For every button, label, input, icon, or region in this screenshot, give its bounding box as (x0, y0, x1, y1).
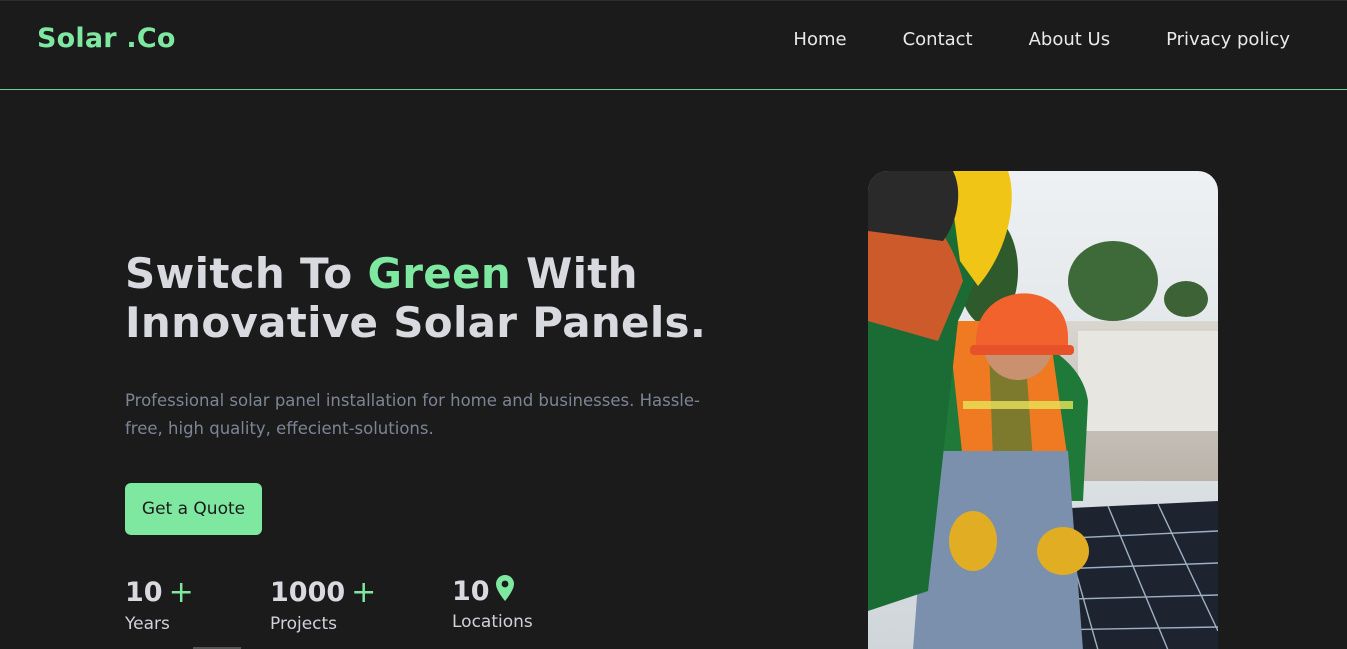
stat-label: Years (125, 614, 170, 634)
nav-link-contact[interactable]: Contact (903, 29, 973, 50)
stat-label: Projects (270, 614, 338, 634)
stat-locations: 10 Locations (452, 575, 533, 632)
nav-links: Home Contact About Us Privacy policy (793, 29, 1290, 50)
stat-label: Locations (452, 612, 533, 632)
plus-icon: + (351, 575, 377, 610)
hero-title-part1: Switch To (125, 249, 368, 298)
location-pin-icon (495, 575, 514, 608)
top-navbar: Solar .Co Home Contact About Us Privacy … (0, 1, 1347, 90)
stat-projects: 1000 + Projects (270, 575, 376, 634)
hero-title-accent: Green (367, 249, 512, 298)
nav-link-about-us[interactable]: About Us (1029, 29, 1111, 50)
hero-title: Switch To Green With Innovative Solar Pa… (125, 249, 706, 347)
stat-value: 1000 (270, 577, 346, 608)
stat-value: 10 (125, 577, 163, 608)
hero-subtitle: Professional solar panel installation fo… (125, 391, 700, 438)
stat-years: 10 + Years (125, 575, 194, 634)
stat-value: 10 (452, 576, 490, 607)
get-quote-button[interactable]: Get a Quote (125, 483, 262, 535)
hero-title-part2: With (511, 249, 638, 298)
plus-icon: + (168, 575, 194, 610)
hero-image-solar-installers (868, 171, 1218, 649)
nav-link-home[interactable]: Home (793, 29, 846, 50)
hero-title-line2: Innovative Solar Panels. (125, 298, 707, 347)
brand-logo[interactable]: Solar .Co (37, 23, 176, 54)
nav-link-privacy-policy[interactable]: Privacy policy (1166, 29, 1290, 50)
